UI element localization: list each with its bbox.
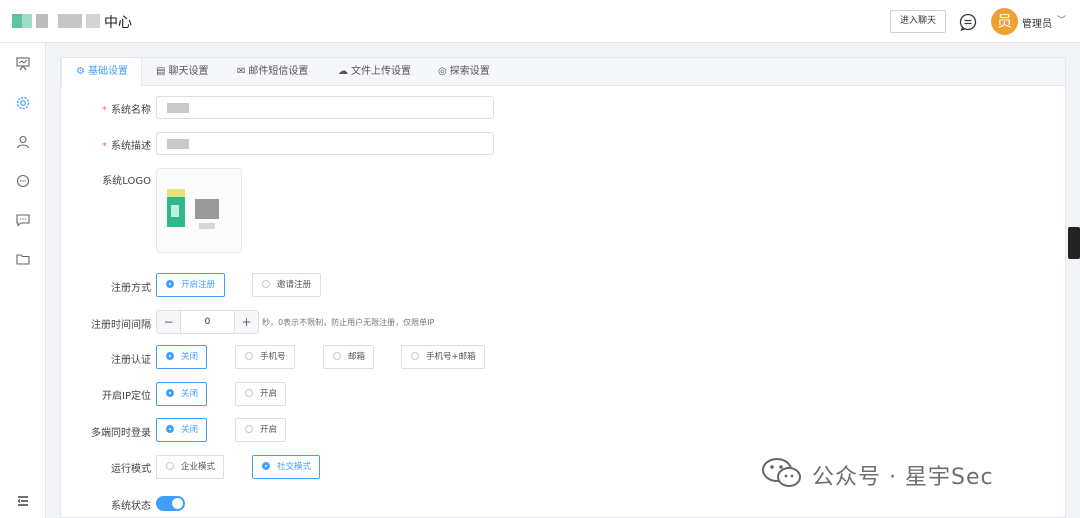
tab-chat-settings[interactable]: ▤ 聊天设置 [156,58,208,86]
system-desc-input[interactable] [156,132,494,155]
radio-register-open[interactable]: 开启注册 [156,273,225,297]
decrement-button[interactable]: − [157,311,181,333]
sidebar-item-users[interactable] [14,133,32,151]
settings-tabs: ⚙ 基础设置 ▤ 聊天设置 ✉ 邮件短信设置 ☁ 文件上传设置 ◎ 探索设置 [61,58,1065,87]
radio-multi-login-off[interactable]: 关闭 [156,418,207,442]
menu-toggle-icon[interactable] [15,493,31,509]
run-mode-label: 运行模式 [111,464,151,475]
sidebar-item-chat[interactable] [14,172,32,190]
system-status-label: 系统状态 [111,501,151,512]
system-name-label: * 系统名称 [102,105,151,116]
sidebar [0,43,46,518]
tab-mail-sms-settings[interactable]: ✉ 邮件短信设置 [237,58,308,86]
system-logo-label: 系统LOGO [102,176,151,187]
sidebar-item-messages[interactable] [14,211,32,229]
sidebar-item-settings[interactable] [14,94,32,112]
top-bar: 中心 进入聊天 员 管理员 ﹀ [0,0,1080,43]
register-interval-label: 注册时间间隔 [91,320,151,331]
watermark: 公众号 · 星宇Sec [760,455,993,491]
presentation-icon [16,57,30,71]
user-name[interactable]: 管理员 [1022,15,1052,30]
register-interval-value[interactable]: 0 [181,311,234,333]
register-interval-hint: 秒，0表示不限制，防止用户无限注册，仅限单IP [262,318,435,327]
radio-auth-phone-email[interactable]: 手机号+邮箱 [401,345,485,369]
radio-dot [166,351,174,360]
radio-mode-enterprise[interactable]: 企业模式 [156,455,224,479]
radio-dot [262,279,270,288]
radio-multi-login-on[interactable]: 开启 [235,418,286,442]
sidebar-item-files[interactable] [14,250,32,268]
multi-login-label: 多端同时登录 [91,428,151,439]
logo-upload[interactable] [156,168,242,253]
message-square-icon [16,214,30,227]
message-icon[interactable] [958,12,978,32]
chevron-down-icon[interactable]: ﹀ [1057,13,1066,26]
radio-auth-email[interactable]: 邮箱 [323,345,374,369]
radio-ip-on[interactable]: 开启 [235,382,286,406]
gear-icon: ⚙ [76,66,85,77]
cloud-upload-icon: ☁ [338,66,348,77]
radio-dot [166,279,174,288]
ip-location-label: 开启IP定位 [102,391,151,402]
switch-knob [172,498,183,509]
radio-dot [262,461,270,470]
enter-chat-button[interactable]: 进入聊天 [890,10,946,33]
register-auth-label: 注册认证 [111,355,151,366]
radio-dot [333,351,341,360]
register-interval-stepper[interactable]: − 0 + [156,310,259,334]
tab-file-upload-settings[interactable]: ☁ 文件上传设置 [338,58,411,86]
radio-dot [166,424,174,433]
radio-dot [166,461,174,470]
tab-explore-settings[interactable]: ◎ 探索设置 [438,58,490,86]
gear-icon [16,96,30,110]
chat-bubble-icon [16,174,30,188]
radio-dot [245,351,253,360]
user-icon [16,135,30,149]
radio-dot [245,424,253,433]
watermark-text: 公众号 · 星宇Sec [812,465,994,490]
tab-basic-settings[interactable]: ⚙ 基础设置 [61,58,142,87]
radio-dot [166,388,174,397]
logo-image [165,187,225,235]
app-logo[interactable] [12,12,102,30]
system-name-input[interactable] [156,96,494,119]
register-mode-label: 注册方式 [111,283,151,294]
radio-auth-phone[interactable]: 手机号 [235,345,295,369]
wechat-icon [762,458,801,487]
radio-ip-off[interactable]: 关闭 [156,382,207,406]
user-avatar[interactable]: 员 [991,8,1018,35]
system-desc-label: * 系统描述 [102,141,151,152]
radio-dot [245,388,253,397]
radio-auth-off[interactable]: 关闭 [156,345,207,369]
mail-icon: ✉ [237,66,246,77]
radio-mode-social[interactable]: 社交模式 [252,455,320,479]
sidebar-item-dashboard[interactable] [14,55,32,73]
compass-icon: ◎ [438,66,447,77]
folder-icon [16,254,30,265]
settings-panel: ⚙ 基础设置 ▤ 聊天设置 ✉ 邮件短信设置 ☁ 文件上传设置 ◎ 探索设置 * 系统名称 … [60,57,1066,518]
radio-dot [411,351,419,360]
increment-button[interactable]: + [234,311,258,333]
system-status-switch[interactable] [156,496,185,511]
radio-register-invite[interactable]: 邀请注册 [252,273,321,297]
chat-list-icon: ▤ [156,66,166,77]
scrollbar-handle[interactable] [1068,227,1080,259]
app-title: 中心 [104,15,132,31]
